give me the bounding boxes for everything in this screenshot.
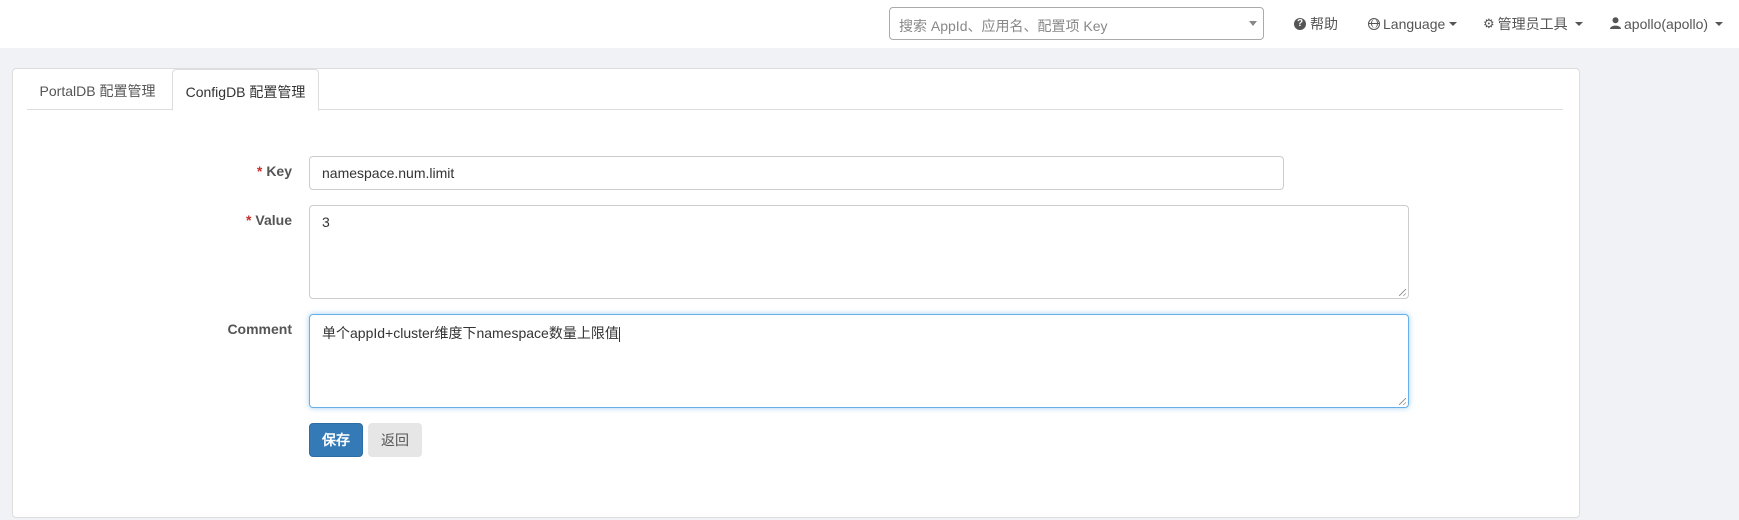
globe-icon bbox=[1368, 18, 1380, 30]
admin-tools-dropdown[interactable]: ⚙ 管理员工具 bbox=[1483, 14, 1583, 34]
question-circle-icon: ? bbox=[1294, 18, 1306, 30]
required-marker: * bbox=[245, 212, 252, 228]
key-label-text: Key bbox=[266, 163, 292, 179]
comment-textarea[interactable]: 单个appId+cluster维度下namespace数量上限值 bbox=[309, 314, 1409, 408]
value-label: * Value bbox=[92, 212, 292, 228]
comment-label: Comment bbox=[92, 321, 292, 337]
resize-handle-icon[interactable] bbox=[1399, 289, 1406, 296]
dropdown-arrow-icon[interactable] bbox=[1249, 21, 1257, 26]
language-dropdown[interactable]: Language bbox=[1368, 14, 1458, 34]
config-panel: PortalDB 配置管理 ConfigDB 配置管理 * Key namespa… bbox=[12, 68, 1580, 518]
value-label-text: Value bbox=[255, 212, 292, 228]
comment-text: 单个appId+cluster维度下namespace数量上限值 bbox=[322, 325, 619, 341]
user-dropdown[interactable]: apollo(apollo) bbox=[1610, 14, 1724, 34]
comment-label-text: Comment bbox=[227, 321, 292, 337]
gear-icon: ⚙ bbox=[1483, 16, 1495, 31]
key-input[interactable]: namespace.num.limit bbox=[309, 156, 1284, 190]
save-button-label: 保存 bbox=[322, 432, 350, 448]
text-cursor bbox=[618, 326, 620, 342]
caret-down-icon bbox=[1449, 22, 1458, 26]
tab-label: ConfigDB 配置管理 bbox=[185, 84, 306, 100]
back-button[interactable]: 返回 bbox=[368, 423, 422, 457]
search-placeholder: 搜索 AppId、应用名、配置项 Key bbox=[899, 18, 1108, 34]
key-label: * Key bbox=[92, 163, 292, 179]
language-label: Language bbox=[1383, 16, 1446, 32]
tab-configdb[interactable]: ConfigDB 配置管理 bbox=[172, 69, 319, 111]
key-value: namespace.num.limit bbox=[322, 165, 455, 181]
caret-down-icon bbox=[1574, 22, 1583, 26]
user-icon bbox=[1610, 16, 1621, 32]
caret-down-icon bbox=[1715, 22, 1724, 26]
user-label: apollo(apollo) bbox=[1624, 16, 1709, 32]
value-text: 3 bbox=[322, 214, 330, 230]
save-button[interactable]: 保存 bbox=[309, 423, 363, 457]
tab-label: PortalDB 配置管理 bbox=[39, 83, 156, 99]
tab-portaldb[interactable]: PortalDB 配置管理 bbox=[27, 69, 168, 110]
help-link[interactable]: ? 帮助 bbox=[1294, 14, 1338, 34]
top-navbar: 搜索 AppId、应用名、配置项 Key ? 帮助 Language ⚙ 管理员… bbox=[0, 0, 1739, 48]
value-textarea[interactable]: 3 bbox=[309, 205, 1409, 299]
help-label: 帮助 bbox=[1310, 16, 1338, 32]
admin-tools-label: 管理员工具 bbox=[1497, 16, 1568, 32]
resize-handle-icon[interactable] bbox=[1399, 398, 1406, 405]
search-select[interactable]: 搜索 AppId、应用名、配置项 Key bbox=[889, 7, 1264, 40]
back-button-label: 返回 bbox=[381, 432, 409, 448]
required-marker: * bbox=[256, 163, 263, 179]
